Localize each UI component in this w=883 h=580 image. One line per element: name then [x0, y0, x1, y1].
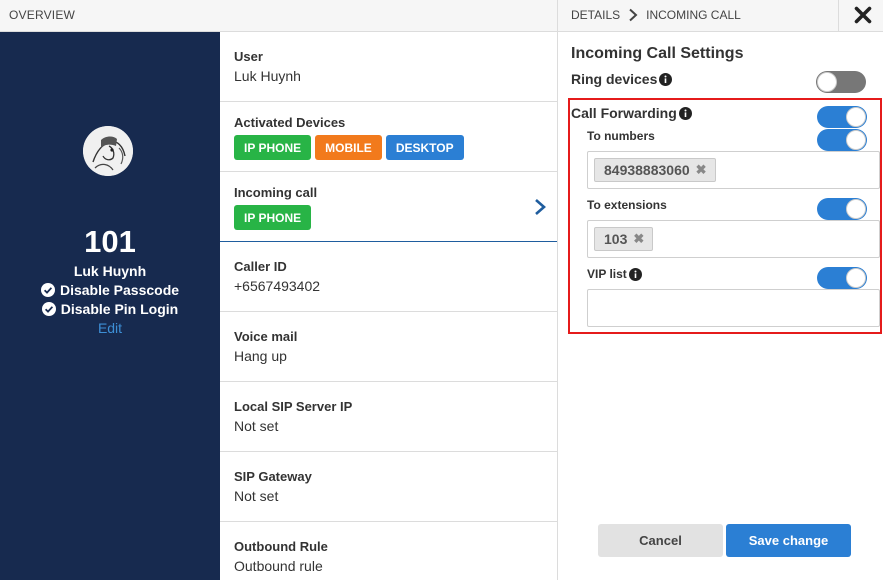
- avatar: [83, 126, 133, 176]
- device-badge-ip-phone: IP PHONE: [234, 135, 312, 160]
- topbar-divider: [838, 0, 839, 31]
- caller-id-value: +6567493402: [234, 278, 321, 294]
- to-numbers-input[interactable]: 84938883060 ✖: [587, 151, 880, 189]
- overview-title: OVERVIEW: [9, 8, 76, 22]
- incoming-badge-ip-phone: IP PHONE: [234, 205, 312, 230]
- to-extensions-input[interactable]: 103 ✖: [587, 220, 880, 258]
- to-numbers-tag: 84938883060 ✖: [594, 158, 716, 182]
- to-extensions-tag-text: 103: [604, 231, 628, 247]
- close-button[interactable]: [850, 3, 876, 27]
- topbar-divider: [557, 0, 558, 31]
- outbound-rule-label: Outbound Rule: [234, 539, 328, 554]
- check-circle-icon: [40, 283, 55, 297]
- disable-pin-login-label: Disable Pin Login: [60, 301, 179, 317]
- list-item-user: User Luk Huynh: [220, 32, 557, 102]
- local-sip-ip-label: Local SIP Server IP: [234, 399, 353, 414]
- breadcrumb: DETAILS INCOMING CALL: [571, 8, 741, 22]
- profile-panel: 101 Luk Huynh Disable Passcode Disable P…: [0, 32, 220, 580]
- cancel-button[interactable]: Cancel: [598, 524, 723, 557]
- list-item-outbound-rule: Outbound Rule Outbound rule: [220, 522, 557, 580]
- vip-list-label: VIP list: [587, 267, 642, 281]
- profile-name: Luk Huynh: [73, 263, 147, 279]
- vip-list-toggle[interactable]: [817, 267, 867, 289]
- edit-link[interactable]: Edit: [0, 320, 220, 336]
- list-item-caller-id: Caller ID +6567493402: [220, 242, 557, 312]
- list-item-voice-mail: Voice mail Hang up: [220, 312, 557, 382]
- disable-passcode-item: Disable Passcode: [0, 282, 220, 298]
- user-label: User: [234, 49, 263, 64]
- sip-gateway-value: Not set: [234, 488, 279, 504]
- call-forwarding-toggle[interactable]: [817, 106, 867, 128]
- list-item-incoming-call[interactable]: Incoming call IP PHONE: [220, 172, 557, 242]
- voice-mail-value: Hang up: [234, 348, 287, 364]
- vip-list-input[interactable]: [587, 289, 880, 327]
- call-forwarding-text: Call Forwarding: [571, 105, 677, 121]
- voice-mail-label: Voice mail: [234, 329, 298, 344]
- top-bar: OVERVIEW DETAILS INCOMING CALL: [0, 0, 883, 32]
- remove-tag-icon[interactable]: ✖: [696, 162, 707, 178]
- remove-tag-icon[interactable]: ✖: [633, 231, 644, 247]
- incoming-call-badges: IP PHONE: [234, 205, 557, 230]
- incoming-call-label: Incoming call: [234, 185, 318, 200]
- disable-passcode-label: Disable Passcode: [59, 282, 180, 298]
- caller-id-label: Caller ID: [234, 259, 287, 274]
- info-icon: [659, 72, 673, 86]
- disable-pin-login-item: Disable Pin Login: [0, 301, 220, 317]
- device-badges: IP PHONE MOBILE DESKTOP: [234, 135, 557, 160]
- device-badge-mobile: MOBILE: [315, 135, 382, 160]
- breadcrumb-details[interactable]: DETAILS: [571, 8, 620, 22]
- chevron-right-icon: [535, 199, 546, 215]
- device-badge-desktop: DESKTOP: [385, 135, 464, 160]
- check-circle-icon: [41, 302, 56, 316]
- ring-devices-text: Ring devices: [571, 71, 658, 87]
- settings-title: Incoming Call Settings: [571, 45, 744, 62]
- details-list: User Luk Huynh Activated Devices IP PHON…: [220, 32, 557, 580]
- call-forwarding-label: Call Forwarding: [571, 105, 692, 121]
- local-sip-ip-value: Not set: [234, 418, 279, 434]
- info-icon: [678, 106, 692, 120]
- outbound-rule-value: Outbound rule: [234, 558, 323, 574]
- ring-devices-toggle[interactable]: [816, 71, 866, 93]
- sip-gateway-label: SIP Gateway: [234, 469, 312, 484]
- to-numbers-toggle[interactable]: [817, 129, 867, 151]
- vip-list-text: VIP list: [587, 267, 627, 281]
- info-icon: [628, 267, 642, 281]
- to-numbers-label: To numbers: [587, 129, 655, 143]
- extension-number: 101: [84, 224, 136, 259]
- close-icon: [854, 6, 872, 24]
- to-numbers-tag-text: 84938883060: [604, 162, 690, 178]
- list-item-activated-devices: Activated Devices IP PHONE MOBILE DESKTO…: [220, 102, 557, 172]
- incoming-call-settings: Incoming Call Settings Ring devices Call…: [558, 32, 883, 580]
- list-item-sip-gateway: SIP Gateway Not set: [220, 452, 557, 522]
- breadcrumb-incoming-call: INCOMING CALL: [646, 8, 741, 22]
- user-value: Luk Huynh: [234, 68, 301, 84]
- chevron-right-icon: [629, 8, 638, 22]
- to-extensions-label: To extensions: [587, 198, 667, 212]
- to-extensions-tag: 103 ✖: [594, 227, 654, 251]
- ring-devices-label: Ring devices: [571, 71, 673, 87]
- to-extensions-toggle[interactable]: [817, 198, 867, 220]
- activated-devices-label: Activated Devices: [234, 115, 346, 130]
- avatar-image: [83, 126, 133, 176]
- list-item-local-sip-server-ip: Local SIP Server IP Not set: [220, 382, 557, 452]
- save-change-button[interactable]: Save change: [726, 524, 851, 557]
